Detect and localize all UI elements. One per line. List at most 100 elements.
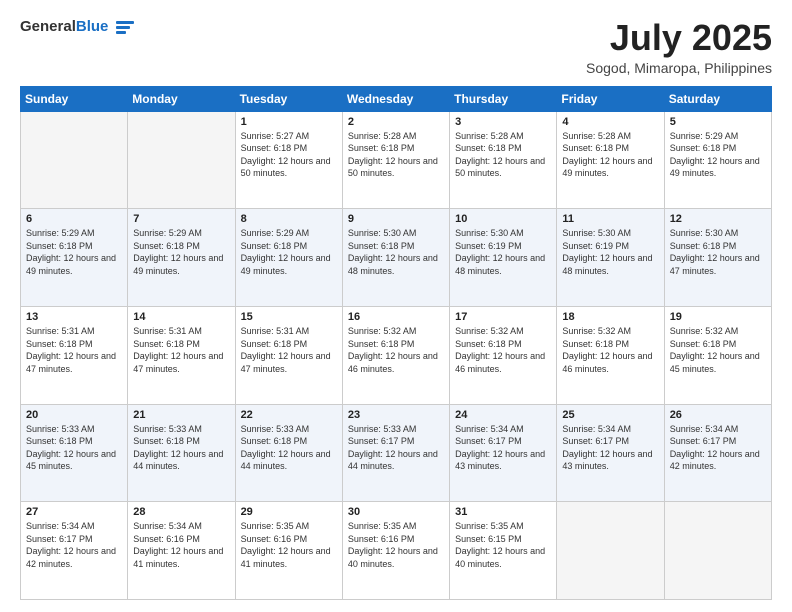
day-number: 13 bbox=[26, 311, 122, 323]
calendar-week-row: 27Sunrise: 5:34 AMSunset: 6:17 PMDayligh… bbox=[21, 502, 772, 600]
calendar-day-cell: 9 Sunrise: 5:30 AMSunset: 6:18 PMDaylight… bbox=[342, 209, 449, 307]
logo-blue: Blue bbox=[76, 18, 109, 35]
day-info: Sunrise: 5:34 AMSunset: 6:17 PMDaylight:… bbox=[670, 423, 766, 473]
day-number: 8 bbox=[241, 213, 337, 225]
day-number: 26 bbox=[670, 409, 766, 421]
day-info: Sunrise: 5:30 AMSunset: 6:19 PMDaylight:… bbox=[562, 227, 658, 277]
day-info: Sunrise: 5:30 AMSunset: 6:18 PMDaylight:… bbox=[670, 227, 766, 277]
calendar-day-cell: 7 Sunrise: 5:29 AMSunset: 6:18 PMDaylight… bbox=[128, 209, 235, 307]
calendar-week-row: 6Sunrise: 5:29 AMSunset: 6:18 PMDaylight… bbox=[21, 209, 772, 307]
header: GeneralBlue July 2025 Sogod, Mimaropa, P… bbox=[20, 18, 772, 76]
day-info: Sunrise: 5:28 AMSunset: 6:18 PMDaylight:… bbox=[562, 130, 658, 180]
day-number: 30 bbox=[348, 506, 444, 518]
calendar-day-cell: 20 Sunrise: 5:33 AMSunset: 6:18 PMDayligh… bbox=[21, 404, 128, 502]
day-number: 23 bbox=[348, 409, 444, 421]
day-info: Sunrise: 5:30 AMSunset: 6:18 PMDaylight:… bbox=[348, 227, 444, 277]
day-info: Sunrise: 5:35 AMSunset: 6:16 PMDaylight:… bbox=[348, 520, 444, 570]
day-info: Sunrise: 5:30 AMSunset: 6:19 PMDaylight:… bbox=[455, 227, 551, 277]
day-number: 22 bbox=[241, 409, 337, 421]
day-number: 7 bbox=[133, 213, 229, 225]
calendar-day-cell: 21 Sunrise: 5:33 AMSunset: 6:18 PMDayligh… bbox=[128, 404, 235, 502]
day-info: Sunrise: 5:32 AMSunset: 6:18 PMDaylight:… bbox=[670, 325, 766, 375]
calendar-day-cell: 10 Sunrise: 5:30 AMSunset: 6:19 PMDayligh… bbox=[450, 209, 557, 307]
calendar-day-cell: 1Sunrise: 5:27 AMSunset: 6:18 PMDaylight… bbox=[235, 111, 342, 209]
day-info: Sunrise: 5:34 AMSunset: 6:17 PMDaylight:… bbox=[562, 423, 658, 473]
calendar-week-row: 1Sunrise: 5:27 AMSunset: 6:18 PMDaylight… bbox=[21, 111, 772, 209]
day-info: Sunrise: 5:29 AMSunset: 6:18 PMDaylight:… bbox=[26, 227, 122, 277]
weekday-header-row: SundayMondayTuesdayWednesdayThursdayFrid… bbox=[21, 86, 772, 111]
calendar-day-cell: 23 Sunrise: 5:33 AMSunset: 6:17 PMDayligh… bbox=[342, 404, 449, 502]
logo-line-2 bbox=[116, 26, 130, 29]
day-number: 20 bbox=[26, 409, 122, 421]
calendar-day-cell: 24 Sunrise: 5:34 AMSunset: 6:17 PMDayligh… bbox=[450, 404, 557, 502]
calendar-day-cell: 11 Sunrise: 5:30 AMSunset: 6:19 PMDayligh… bbox=[557, 209, 664, 307]
calendar-day-cell: 16 Sunrise: 5:32 AMSunset: 6:18 PMDayligh… bbox=[342, 306, 449, 404]
page: GeneralBlue July 2025 Sogod, Mimaropa, P… bbox=[0, 0, 792, 612]
calendar-day-cell: 3Sunrise: 5:28 AMSunset: 6:18 PMDaylight… bbox=[450, 111, 557, 209]
day-number: 10 bbox=[455, 213, 551, 225]
day-number: 12 bbox=[670, 213, 766, 225]
calendar-day-cell bbox=[557, 502, 664, 600]
day-info: Sunrise: 5:32 AMSunset: 6:18 PMDaylight:… bbox=[562, 325, 658, 375]
calendar-day-cell: 8Sunrise: 5:29 AMSunset: 6:18 PMDaylight… bbox=[235, 209, 342, 307]
day-info: Sunrise: 5:34 AMSunset: 6:17 PMDaylight:… bbox=[26, 520, 122, 570]
day-info: Sunrise: 5:28 AMSunset: 6:18 PMDaylight:… bbox=[348, 130, 444, 180]
day-number: 11 bbox=[562, 213, 658, 225]
month-title: July 2025 bbox=[586, 18, 772, 58]
day-number: 24 bbox=[455, 409, 551, 421]
day-info: Sunrise: 5:35 AMSunset: 6:15 PMDaylight:… bbox=[455, 520, 551, 570]
day-info: Sunrise: 5:33 AMSunset: 6:18 PMDaylight:… bbox=[26, 423, 122, 473]
day-info: Sunrise: 5:29 AMSunset: 6:18 PMDaylight:… bbox=[133, 227, 229, 277]
weekday-header-saturday: Saturday bbox=[664, 86, 771, 111]
day-info: Sunrise: 5:34 AMSunset: 6:17 PMDaylight:… bbox=[455, 423, 551, 473]
calendar-day-cell: 26 Sunrise: 5:34 AMSunset: 6:17 PMDayligh… bbox=[664, 404, 771, 502]
logo-line-1 bbox=[116, 21, 134, 24]
day-number: 31 bbox=[455, 506, 551, 518]
calendar-day-cell: 17Sunrise: 5:32 AMSunset: 6:18 PMDayligh… bbox=[450, 306, 557, 404]
day-number: 21 bbox=[133, 409, 229, 421]
weekday-header-tuesday: Tuesday bbox=[235, 86, 342, 111]
day-number: 16 bbox=[348, 311, 444, 323]
day-number: 17 bbox=[455, 311, 551, 323]
day-number: 29 bbox=[241, 506, 337, 518]
day-info: Sunrise: 5:33 AMSunset: 6:17 PMDaylight:… bbox=[348, 423, 444, 473]
calendar-day-cell: 6Sunrise: 5:29 AMSunset: 6:18 PMDaylight… bbox=[21, 209, 128, 307]
day-info: Sunrise: 5:33 AMSunset: 6:18 PMDaylight:… bbox=[133, 423, 229, 473]
calendar-day-cell: 2Sunrise: 5:28 AMSunset: 6:18 PMDaylight… bbox=[342, 111, 449, 209]
weekday-header-thursday: Thursday bbox=[450, 86, 557, 111]
calendar-day-cell: 13 Sunrise: 5:31 AMSunset: 6:18 PMDayligh… bbox=[21, 306, 128, 404]
calendar-day-cell: 19 Sunrise: 5:32 AMSunset: 6:18 PMDayligh… bbox=[664, 306, 771, 404]
location-title: Sogod, Mimaropa, Philippines bbox=[586, 60, 772, 76]
day-number: 3 bbox=[455, 116, 551, 128]
day-info: Sunrise: 5:34 AMSunset: 6:16 PMDaylight:… bbox=[133, 520, 229, 570]
calendar-table: SundayMondayTuesdayWednesdayThursdayFrid… bbox=[20, 86, 772, 600]
calendar-day-cell: 12 Sunrise: 5:30 AMSunset: 6:18 PMDayligh… bbox=[664, 209, 771, 307]
day-info: Sunrise: 5:27 AMSunset: 6:18 PMDaylight:… bbox=[241, 130, 337, 180]
day-number: 5 bbox=[670, 116, 766, 128]
calendar-day-cell bbox=[21, 111, 128, 209]
calendar-day-cell: 22Sunrise: 5:33 AMSunset: 6:18 PMDayligh… bbox=[235, 404, 342, 502]
day-number: 9 bbox=[348, 213, 444, 225]
calendar-day-cell: 27Sunrise: 5:34 AMSunset: 6:17 PMDayligh… bbox=[21, 502, 128, 600]
day-number: 4 bbox=[562, 116, 658, 128]
logo-icon bbox=[116, 21, 134, 34]
day-number: 25 bbox=[562, 409, 658, 421]
calendar-day-cell: 28 Sunrise: 5:34 AMSunset: 6:16 PMDayligh… bbox=[128, 502, 235, 600]
weekday-header-wednesday: Wednesday bbox=[342, 86, 449, 111]
calendar-day-cell: 25 Sunrise: 5:34 AMSunset: 6:17 PMDayligh… bbox=[557, 404, 664, 502]
day-info: Sunrise: 5:29 AMSunset: 6:18 PMDaylight:… bbox=[670, 130, 766, 180]
logo-text: GeneralBlue bbox=[20, 18, 108, 36]
calendar-day-cell: 29Sunrise: 5:35 AMSunset: 6:16 PMDayligh… bbox=[235, 502, 342, 600]
weekday-header-monday: Monday bbox=[128, 86, 235, 111]
calendar-day-cell: 30 Sunrise: 5:35 AMSunset: 6:16 PMDayligh… bbox=[342, 502, 449, 600]
day-info: Sunrise: 5:31 AMSunset: 6:18 PMDaylight:… bbox=[26, 325, 122, 375]
calendar-day-cell: 14Sunrise: 5:31 AMSunset: 6:18 PMDayligh… bbox=[128, 306, 235, 404]
day-number: 19 bbox=[670, 311, 766, 323]
day-number: 28 bbox=[133, 506, 229, 518]
calendar-day-cell bbox=[664, 502, 771, 600]
day-info: Sunrise: 5:31 AMSunset: 6:18 PMDaylight:… bbox=[241, 325, 337, 375]
day-info: Sunrise: 5:32 AMSunset: 6:18 PMDaylight:… bbox=[348, 325, 444, 375]
calendar-week-row: 20 Sunrise: 5:33 AMSunset: 6:18 PMDayligh… bbox=[21, 404, 772, 502]
calendar-day-cell: 4 Sunrise: 5:28 AMSunset: 6:18 PMDaylight… bbox=[557, 111, 664, 209]
day-number: 14 bbox=[133, 311, 229, 323]
